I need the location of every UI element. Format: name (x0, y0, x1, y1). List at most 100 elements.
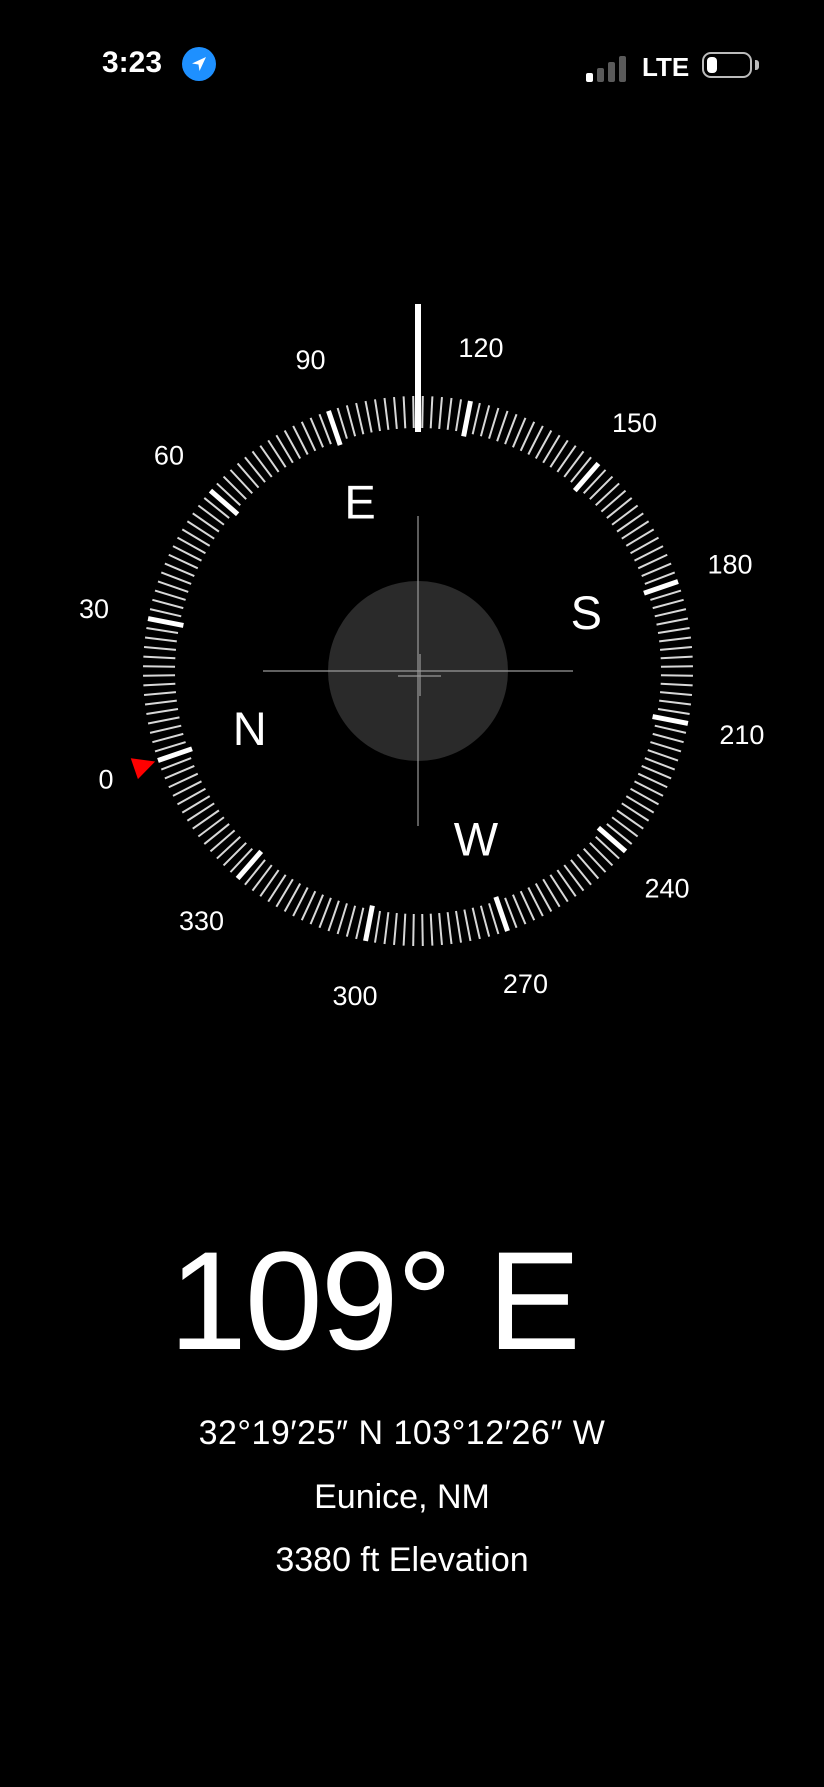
minor-tick (327, 900, 340, 932)
minor-tick (192, 512, 220, 533)
minor-tick (496, 410, 509, 442)
minor-tick (186, 802, 215, 822)
minor-tick (659, 691, 693, 696)
minor-tick (660, 665, 693, 668)
minor-tick (549, 439, 569, 468)
minor-tick (383, 397, 390, 430)
degree-label-180: 180 (707, 550, 752, 580)
minor-tick (402, 396, 407, 429)
minor-tick (244, 456, 266, 483)
minor-tick (143, 674, 176, 677)
elevation-text: 3380 ft Elevation (275, 1541, 529, 1579)
minor-tick (259, 445, 280, 473)
degree-label-330: 330 (179, 906, 224, 936)
minor-tick (197, 816, 225, 838)
minor-tick (556, 445, 577, 473)
minor-tick (659, 646, 693, 651)
minor-tick (209, 829, 236, 853)
minor-tick (549, 874, 569, 903)
minor-tick (345, 905, 357, 937)
minor-tick (621, 802, 650, 822)
minor-tick (267, 874, 287, 903)
minor-tick (616, 809, 644, 830)
degree-label-270: 270 (503, 969, 548, 999)
minor-tick (563, 450, 585, 478)
heading-readout: 109° E (169, 1222, 581, 1379)
minor-tick (488, 407, 500, 439)
minor-tick (621, 520, 650, 540)
minor-tick (654, 724, 687, 734)
degree-label-300: 300 (333, 981, 378, 1011)
minor-tick (479, 905, 491, 937)
minor-tick (383, 912, 390, 945)
minor-tick (355, 907, 365, 940)
minor-tick (429, 913, 434, 946)
minor-tick (606, 497, 633, 519)
minor-tick (654, 608, 687, 618)
minor-tick (647, 749, 679, 762)
minor-tick (186, 520, 215, 540)
minor-tick (336, 903, 348, 935)
minor-tick (455, 910, 463, 943)
cardinal-n: N (233, 702, 267, 755)
degree-label-240: 240 (645, 873, 690, 903)
minor-tick (152, 598, 184, 610)
major-tick (596, 825, 628, 854)
minor-tick (157, 580, 189, 593)
minor-tick (197, 504, 225, 526)
minor-tick (582, 848, 607, 873)
location-name[interactable]: Eunice, NM (0, 1478, 808, 1517)
major-tick (652, 714, 689, 726)
minor-tick (652, 732, 684, 744)
degree-label-120: 120 (458, 333, 503, 363)
major-tick (147, 616, 184, 628)
major-tick (363, 905, 375, 942)
degree-label-90: 90 (296, 345, 326, 375)
minor-tick (146, 708, 179, 716)
cardinal-e: E (344, 476, 375, 529)
minor-tick (143, 682, 176, 687)
minor-tick (660, 682, 693, 687)
minor-tick (144, 636, 177, 643)
minor-tick (251, 864, 273, 892)
minor-tick (446, 397, 453, 430)
compass-dial[interactable]: 0 30 60 90 120 150 180 210 240 270 300 330 N E S W (6, 6, 818, 1106)
degree-label-150: 150 (612, 408, 657, 438)
coordinates-text: 32°19′25″ N 103°12′26″ W (198, 1414, 606, 1452)
minor-tick (659, 699, 692, 706)
minor-tick (154, 589, 186, 601)
minor-tick (644, 757, 676, 771)
minor-tick (479, 405, 491, 437)
minor-tick (438, 396, 443, 430)
minor-tick (589, 475, 614, 500)
minor-tick (471, 907, 481, 940)
minor-tick (656, 617, 689, 626)
minor-tick (570, 859, 592, 886)
minor-tick (216, 835, 241, 860)
minor-tick (149, 724, 182, 734)
minor-tick (402, 913, 407, 946)
minor-tick (446, 912, 453, 945)
minor-tick (355, 402, 365, 435)
reference-marker-icon (130, 758, 156, 780)
minor-tick (616, 512, 644, 533)
cardinal-w: W (454, 812, 499, 865)
minor-tick (222, 475, 247, 500)
minor-tick (143, 646, 177, 651)
degree-label-60: 60 (154, 441, 184, 471)
minor-tick (364, 400, 373, 433)
minor-tick (421, 396, 424, 429)
minor-tick (149, 608, 182, 618)
minor-tick (259, 869, 280, 897)
minor-tick (463, 909, 472, 942)
minor-tick (251, 450, 273, 478)
minor-tick (147, 716, 180, 725)
minor-tick (421, 913, 424, 946)
minor-tick (429, 396, 434, 429)
minor-tick (318, 897, 332, 929)
minor-tick (412, 913, 415, 946)
minor-tick (660, 655, 693, 660)
minor-tick (589, 842, 614, 867)
minor-tick (222, 842, 247, 867)
minor-tick (152, 732, 184, 744)
